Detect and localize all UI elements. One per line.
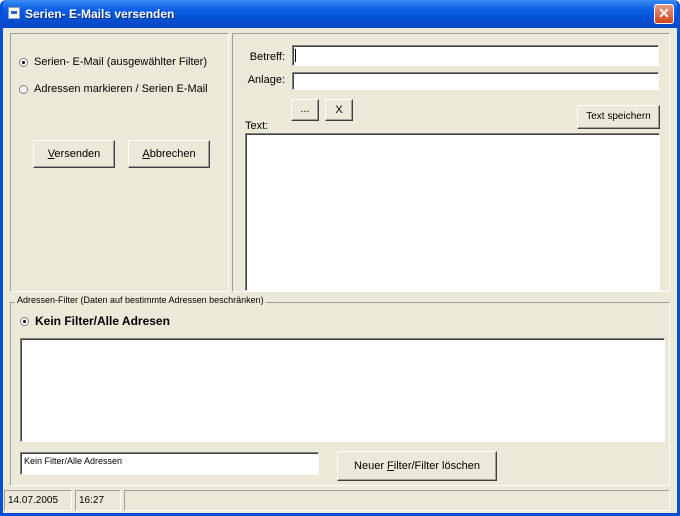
- close-button[interactable]: ✕: [654, 4, 674, 24]
- radio-no-filter-label: Kein Filter/Alle Adresen: [35, 314, 170, 328]
- new-filter-accelerator: F: [387, 460, 394, 472]
- status-date: 14.07.2005: [4, 490, 72, 511]
- cancel-accelerator: A: [142, 148, 150, 160]
- mode-panel: Serien- E-Mail (ausgewählter Filter) Adr…: [10, 33, 229, 292]
- cancel-button[interactable]: Abbrechen: [128, 140, 210, 168]
- text-label: Text:: [245, 120, 269, 132]
- new-filter-button[interactable]: Neuer Filter/Filter löschen: [337, 451, 497, 481]
- radio-serial-email[interactable]: Serien- E-Mail (ausgewählter Filter): [19, 56, 207, 68]
- subject-label: Betreff:: [249, 51, 285, 63]
- attachment-input[interactable]: [292, 72, 659, 90]
- radio-checked-icon[interactable]: [20, 316, 29, 326]
- radio-no-filter[interactable]: Kein Filter/Alle Adresen: [20, 314, 170, 328]
- radio-checked-icon[interactable]: [19, 57, 28, 67]
- current-filter-display: Kein Filter/Alle Adressen: [20, 452, 319, 475]
- text-area[interactable]: [245, 133, 660, 291]
- address-list[interactable]: [20, 338, 665, 442]
- radio-mark-addresses-label: Adressen markieren / Serien E-Mail: [34, 83, 208, 95]
- status-extra: [124, 490, 670, 511]
- window-title: Serien- E-Mails versenden: [25, 7, 175, 21]
- main-window: Serien- E-Mails versenden ✕ Serien- E-Ma…: [0, 0, 680, 516]
- text-cursor: [295, 49, 296, 62]
- radio-mark-addresses[interactable]: Adressen markieren / Serien E-Mail: [19, 83, 208, 95]
- message-panel: Betreff: Anlage: ... X Text speichern Te…: [232, 33, 670, 292]
- clear-attachment-button[interactable]: X: [325, 99, 353, 121]
- send-label: ersenden: [54, 148, 101, 160]
- filter-group: Kein Filter/Alle Adresen Kein Filter/All…: [10, 302, 670, 486]
- radio-serial-email-label: Serien- E-Mail (ausgewählter Filter): [34, 56, 207, 68]
- radio-unchecked-icon[interactable]: [19, 84, 28, 94]
- status-time: 16:27: [75, 490, 121, 511]
- browse-button[interactable]: ...: [291, 99, 319, 121]
- filter-group-legend: Adressen-Filter (Daten auf bestimmte Adr…: [15, 295, 266, 305]
- status-bar: 14.07.2005 16:27: [3, 488, 677, 513]
- subject-input[interactable]: [292, 45, 659, 66]
- attachment-label: Anlage:: [247, 74, 285, 86]
- app-icon: [8, 7, 20, 19]
- send-button[interactable]: Versenden: [33, 140, 115, 168]
- title-bar[interactable]: Serien- E-Mails versenden ✕: [3, 0, 677, 28]
- save-text-button[interactable]: Text speichern: [577, 105, 660, 129]
- cancel-label: bbrechen: [149, 148, 196, 160]
